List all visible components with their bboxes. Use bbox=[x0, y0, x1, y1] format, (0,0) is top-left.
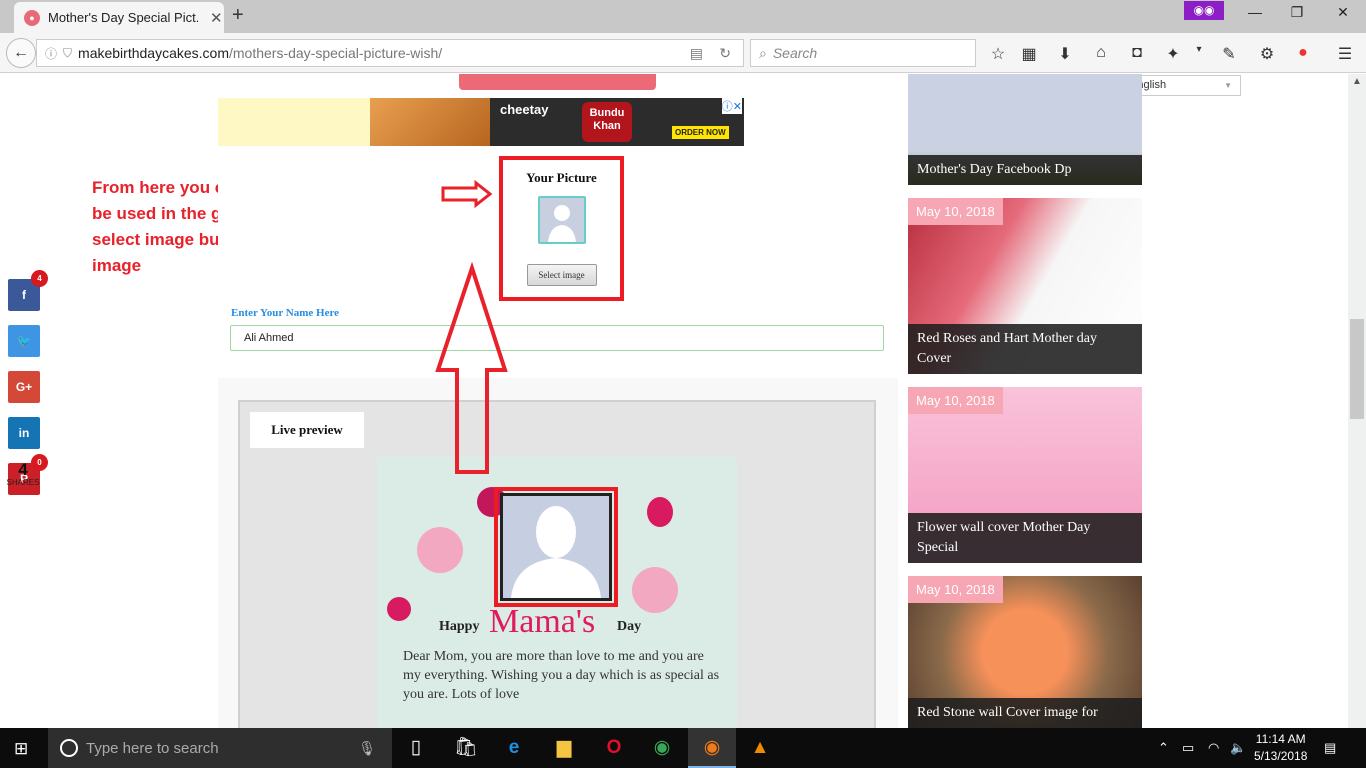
eyedropper-icon[interactable]: ✎ bbox=[1218, 44, 1240, 64]
task-view-icon[interactable]: ▯ bbox=[392, 728, 440, 768]
tray-overflow-icon[interactable]: ⌃ bbox=[1158, 740, 1169, 756]
close-tab-icon[interactable]: ✕ bbox=[210, 9, 223, 27]
post-date: May 10, 2018 bbox=[908, 198, 1003, 225]
url-path: /mothers-day-special-picture-wish/ bbox=[228, 45, 443, 61]
url-bar[interactable]: ⓘ ⛉ makebirthdaycakes.com /mothers-day-s… bbox=[36, 39, 744, 67]
opera-icon[interactable]: O bbox=[590, 728, 638, 768]
bookmark-star-icon[interactable]: ☆ bbox=[987, 44, 1009, 64]
microphone-icon[interactable]: 🎙 bbox=[358, 740, 376, 757]
annotation-arrows bbox=[435, 179, 508, 474]
post-date: May 10, 2018 bbox=[908, 576, 1003, 603]
taskbar-search-placeholder: Type here to search bbox=[86, 739, 219, 757]
cortana-icon bbox=[60, 739, 78, 757]
reader-view-icon[interactable]: ▤ bbox=[690, 45, 703, 62]
reload-icon[interactable]: ↻ bbox=[719, 45, 731, 62]
up-arrow-annotation bbox=[435, 261, 508, 474]
restore-button[interactable]: ❐ bbox=[1282, 4, 1312, 21]
sidebar-post[interactable]: May 10, 2018 Red Roses and Hart Mother d… bbox=[908, 198, 1142, 374]
url-host: makebirthdaycakes.com bbox=[78, 45, 229, 61]
reading-list-icon[interactable]: ▦ bbox=[1018, 44, 1040, 64]
search-placeholder: Search bbox=[772, 45, 818, 61]
chrome-icon[interactable]: ◉ bbox=[638, 728, 686, 768]
post-date: May 10, 2018 bbox=[908, 387, 1003, 414]
post-title[interactable]: Mother's Day Facebook Dp bbox=[908, 155, 1142, 185]
edge-icon[interactable]: e bbox=[490, 728, 538, 768]
right-arrow-annotation bbox=[441, 179, 493, 209]
post-title[interactable]: Red Stone wall Cover image for bbox=[908, 698, 1142, 728]
system-clock[interactable]: 11:14 AM 5/13/2018 bbox=[1254, 731, 1307, 765]
chevron-down-icon: ▼ bbox=[1224, 81, 1232, 90]
windows-start-icon[interactable]: ⊞ bbox=[14, 739, 28, 759]
info-icon[interactable]: ⓘ bbox=[45, 45, 57, 62]
menu-hamburger-icon[interactable]: ☰ bbox=[1334, 44, 1356, 64]
extension-dropdown-icon[interactable]: ▾ bbox=[1188, 44, 1210, 55]
battery-icon[interactable]: ▭ bbox=[1182, 740, 1194, 756]
minimize-button[interactable]: — bbox=[1240, 4, 1270, 20]
taskbar-search[interactable]: Type here to search 🎙 bbox=[48, 728, 392, 768]
post-title[interactable]: Flower wall cover Mother Day Special bbox=[908, 513, 1142, 563]
file-explorer-icon[interactable]: ▆ bbox=[540, 728, 588, 768]
home-icon[interactable]: ⌂ bbox=[1090, 44, 1112, 62]
store-icon[interactable]: 🛍 bbox=[442, 728, 490, 768]
post-title[interactable]: Red Roses and Hart Mother day Cover bbox=[908, 324, 1142, 374]
scrollbar-thumb[interactable] bbox=[1350, 319, 1364, 419]
download-icon[interactable]: ⬇ bbox=[1054, 44, 1076, 64]
action-center-icon[interactable]: ▤ bbox=[1324, 740, 1336, 756]
scroll-up-icon[interactable]: ▲ bbox=[1352, 76, 1362, 87]
nav-bar: ← ⓘ ⛉ makebirthdaycakes.com /mothers-day… bbox=[0, 33, 1366, 73]
vlc-icon[interactable]: ▲ bbox=[736, 728, 784, 768]
search-icon: ⌕ bbox=[759, 44, 767, 61]
clock-date: 5/13/2018 bbox=[1254, 749, 1308, 763]
close-window-button[interactable]: ✕ bbox=[1328, 4, 1358, 21]
firefox-icon[interactable]: ◉ bbox=[688, 728, 736, 768]
color-extension-icon[interactable]: ● bbox=[1292, 44, 1314, 62]
sidebar-posts: Mother's Day Facebook Dp May 10, 2018 Re… bbox=[908, 74, 1142, 728]
private-browsing-icon: ◉◉ bbox=[1184, 1, 1224, 20]
browser-tab[interactable]: ● Mother's Day Special Pict... ✕ bbox=[14, 2, 224, 33]
extension-icon[interactable]: ✦ bbox=[1162, 44, 1184, 64]
pocket-icon[interactable]: ◘ bbox=[1126, 44, 1148, 62]
site-favicon-icon: ● bbox=[24, 9, 40, 26]
windows-taskbar: ⊞ Type here to search 🎙 ▯ 🛍 e ▆ O ◉ ◉ ▲ … bbox=[0, 728, 1366, 768]
volume-icon[interactable]: 🔈 bbox=[1230, 740, 1246, 756]
wifi-icon[interactable]: ◠ bbox=[1208, 740, 1219, 756]
tracking-shield-icon[interactable]: ⛉ bbox=[63, 46, 72, 61]
page-scrollbar[interactable]: ▲ bbox=[1348, 74, 1366, 728]
sidebar-post[interactable]: May 10, 2018 Flower wall cover Mother Da… bbox=[908, 387, 1142, 563]
web-page: ⊟ f 4 🐦 G+ in P 0 4 SHARES From here you… bbox=[0, 74, 1348, 728]
sidebar-post[interactable]: Mother's Day Facebook Dp bbox=[908, 74, 1142, 185]
sidebar-post[interactable]: May 10, 2018 Red Stone wall Cover image … bbox=[908, 576, 1142, 728]
settings-gear-icon[interactable]: ⚙ bbox=[1256, 44, 1278, 64]
tab-bar: ● Mother's Day Special Pict... ✕ + ◉◉ — … bbox=[0, 0, 1366, 33]
search-input[interactable]: ⌕ Search bbox=[750, 39, 976, 67]
new-tab-button[interactable]: + bbox=[232, 4, 244, 27]
clock-time: 11:14 AM bbox=[1255, 732, 1306, 746]
back-button[interactable]: ← bbox=[6, 38, 36, 68]
tab-title: Mother's Day Special Pict... bbox=[48, 10, 198, 25]
